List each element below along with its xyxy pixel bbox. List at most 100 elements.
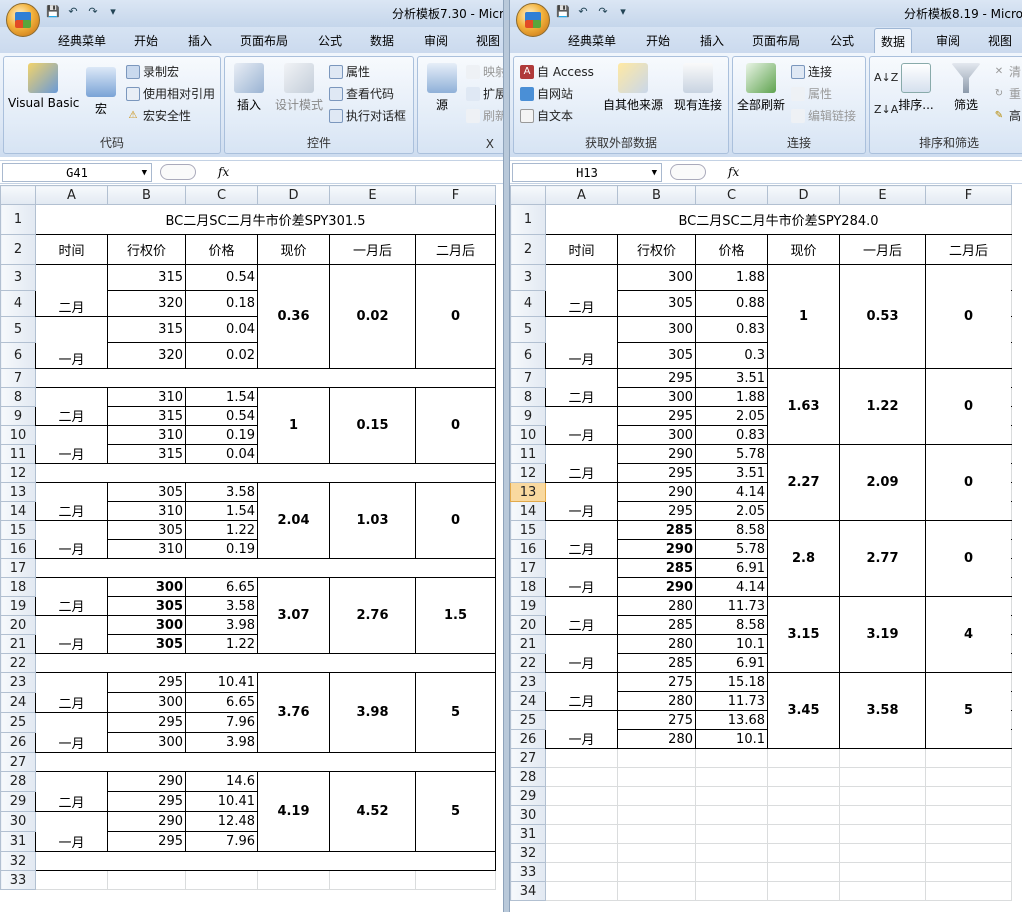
row-header[interactable]: 28 [0,771,36,792]
empty-cell[interactable] [35,870,108,890]
one-month-value-cell[interactable]: 3.19 [839,596,926,673]
advanced-filter-button[interactable]: ✎ 高 [992,107,1021,124]
tab-classic-menu[interactable]: 经典菜单 [568,32,616,49]
price-cell[interactable]: 0.02 [185,342,258,369]
row-header[interactable]: 17 [510,558,546,578]
empty-cell[interactable] [545,843,618,863]
expiry-label-feb[interactable]: 二月 [35,264,108,317]
price-cell[interactable]: 4.14 [695,482,768,502]
one-month-value-cell[interactable]: 3.58 [839,672,926,749]
column-header[interactable]: B [107,185,186,205]
price-cell[interactable]: 0.19 [185,539,258,559]
sheet-title[interactable]: BC二月SC二月牛市价差SPY284.0 [545,204,1012,235]
macro-button[interactable]: 宏 [86,67,116,117]
expiry-label-feb[interactable]: 二月 [35,771,108,812]
expiry-label-jan[interactable]: 一月 [35,425,108,464]
two-month-value-cell[interactable]: 0 [925,444,1012,521]
strike-cell[interactable]: 305 [107,482,186,502]
row-header[interactable]: 21 [510,634,546,654]
empty-cell[interactable] [925,805,1012,825]
strike-cell[interactable]: 290 [617,539,696,559]
design-mode-button[interactable]: 设计模式 [273,63,325,113]
current-value-cell[interactable]: 1 [257,387,330,464]
empty-cell[interactable] [545,748,618,768]
strike-cell[interactable]: 295 [107,791,186,812]
empty-cell[interactable] [925,748,1012,768]
spacer-row-cell[interactable] [35,752,496,772]
tab-review[interactable]: 审阅 [936,32,960,49]
column-header[interactable]: D [767,185,840,205]
tab-data[interactable]: 数据 [874,28,913,53]
two-month-value-cell[interactable]: 4 [925,596,1012,673]
row-header[interactable]: 34 [510,881,546,901]
price-cell[interactable]: 0.3 [695,342,768,369]
row-header[interactable]: 27 [0,752,36,772]
table-header-cell[interactable]: 时间 [35,234,108,265]
row-header[interactable]: 33 [0,870,36,890]
one-month-value-cell[interactable]: 2.77 [839,520,926,597]
tab-formulas[interactable]: 公式 [318,32,342,49]
empty-cell[interactable] [617,748,696,768]
row-header[interactable]: 1 [0,204,36,235]
price-cell[interactable]: 11.73 [695,596,768,616]
row-header[interactable]: 25 [510,710,546,730]
table-header-cell[interactable]: 现价 [767,234,840,265]
table-header-cell[interactable]: 价格 [185,234,258,265]
empty-cell[interactable] [767,786,840,806]
tab-data[interactable]: 数据 [370,32,394,49]
price-cell[interactable]: 5.78 [695,444,768,464]
clear-filter-button[interactable]: ✕ 清 [992,63,1021,80]
table-header-cell[interactable]: 行权价 [617,234,696,265]
one-month-value-cell[interactable]: 2.09 [839,444,926,521]
strike-cell[interactable]: 315 [107,444,186,464]
row-header[interactable]: 12 [510,463,546,483]
row-header[interactable]: 4 [510,290,546,317]
office-button[interactable] [516,3,550,37]
expiry-label-jan[interactable]: 一月 [35,615,108,654]
strike-cell[interactable]: 315 [107,406,186,426]
empty-cell[interactable] [839,767,926,787]
strike-cell[interactable]: 280 [617,729,696,749]
strike-cell[interactable]: 295 [107,672,186,693]
save-icon[interactable]: 💾 [46,5,60,19]
tab-view[interactable]: 视图 [476,32,500,49]
empty-cell[interactable] [617,862,696,882]
spacer-row-cell[interactable] [35,558,496,578]
tab-insert[interactable]: 插入 [188,32,212,49]
price-cell[interactable]: 0.54 [185,406,258,426]
window-splitter[interactable] [503,0,510,912]
insert-function-icon[interactable]: fx [218,165,229,179]
price-cell[interactable]: 10.1 [695,729,768,749]
empty-cell[interactable] [925,767,1012,787]
expiry-label-jan[interactable]: 一月 [545,710,618,749]
empty-cell[interactable] [545,767,618,787]
from-access-button[interactable]: A自 Access [520,63,594,80]
row-header[interactable]: 18 [0,577,36,597]
row-header[interactable]: 25 [0,712,36,733]
tab-formulas[interactable]: 公式 [830,32,854,49]
refresh-all-button[interactable]: 全部刷新 [737,63,785,113]
empty-cell[interactable] [545,824,618,844]
price-cell[interactable]: 0.88 [695,290,768,317]
empty-cell[interactable] [767,881,840,901]
strike-cell[interactable]: 290 [107,771,186,792]
empty-cell[interactable] [695,862,768,882]
redo-icon[interactable]: ↷ [86,5,100,19]
strike-cell[interactable]: 295 [617,501,696,521]
spacer-row-cell[interactable] [35,463,496,483]
row-header[interactable]: 23 [0,672,36,693]
current-value-cell[interactable]: 0.36 [257,264,330,369]
row-header[interactable]: 13 [510,482,546,502]
column-header[interactable]: C [695,185,768,205]
row-header[interactable]: 10 [0,425,36,445]
expiry-label-jan[interactable]: 一月 [545,558,618,597]
properties-button[interactable]: 属性 [329,63,370,80]
price-cell[interactable]: 2.05 [695,501,768,521]
empty-cell[interactable] [767,862,840,882]
row-header[interactable]: 28 [510,767,546,787]
row-header[interactable]: 13 [0,482,36,502]
price-cell[interactable]: 3.51 [695,463,768,483]
column-header[interactable]: D [257,185,330,205]
empty-cell[interactable] [925,843,1012,863]
row-header[interactable]: 16 [510,539,546,559]
